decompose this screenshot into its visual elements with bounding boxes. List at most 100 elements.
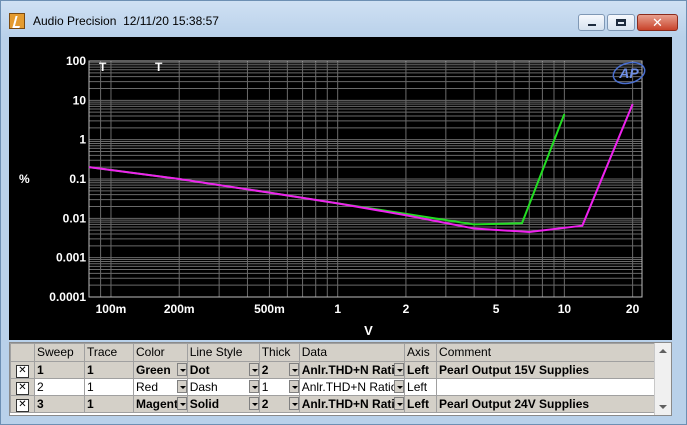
cell-axis[interactable]: Left (404, 378, 438, 396)
ap-logo-text: AP (618, 65, 639, 81)
cell-trace[interactable]: 1 (84, 395, 134, 413)
close-button[interactable]: ✕ (637, 14, 678, 31)
y-tick-label: 1 (79, 133, 86, 147)
minimize-icon (588, 24, 596, 26)
cell-sweep[interactable]: 1 (34, 361, 85, 379)
cell-color[interactable]: Magenta (133, 395, 188, 413)
header-corner (10, 343, 35, 362)
x-tick-label: 100m (96, 302, 127, 316)
y-tick-label: 0.1 (69, 172, 86, 186)
header-trace[interactable]: Trace (84, 343, 134, 362)
cell-data[interactable]: Anlr.THD+N Ratio (298, 361, 406, 379)
dropdown-arrow-icon[interactable] (288, 380, 299, 393)
cell-axis[interactable]: Left (404, 361, 438, 379)
header-axis[interactable]: Axis (404, 343, 438, 362)
cell-line-style-value: Dot (189, 362, 210, 377)
dropdown-arrow-icon[interactable] (176, 380, 187, 393)
trace-table-panel: Sweep Trace Color Line Style Thick Data … (9, 342, 672, 416)
cell-thick-value: 1 (261, 379, 269, 394)
graph-panel[interactable]: 100 10 1 0.1 0.01 0.001 0.0001 100m 200m 500m 1 2 5 1… (9, 37, 672, 340)
window-title: Audio Precision 12/11/20 15:38:57 (33, 14, 219, 28)
trigger-marker: T (99, 60, 107, 74)
cell-data[interactable]: Anlr.THD+N Ratio (298, 378, 406, 396)
x-tick-label: 10 (558, 302, 572, 316)
cell-comment[interactable]: Pearl Output 15V Supplies (436, 361, 668, 379)
x-tick-label: 2 (403, 302, 410, 316)
dropdown-arrow-icon[interactable] (394, 380, 404, 393)
window-title-app: Audio Precision (33, 14, 117, 28)
audio-precision-window: Audio Precision 12/11/20 15:38:57 ✕ 100 1… (0, 0, 687, 425)
cell-thick-value: 2 (261, 362, 269, 377)
thd-plot: 100 10 1 0.1 0.01 0.001 0.0001 100m 200m 500m 1 2 5 1… (19, 54, 646, 338)
dropdown-arrow-icon[interactable] (176, 397, 187, 410)
trigger-marker: T (155, 60, 163, 74)
cell-data[interactable]: Anlr.THD+N Ratio (298, 395, 406, 413)
cell-sweep[interactable]: 3 (34, 395, 85, 413)
cell-data-value: Anlr.THD+N Ratio (301, 396, 403, 411)
cell-sweep[interactable]: 2 (34, 378, 85, 396)
header-line-style[interactable]: Line Style (186, 343, 260, 362)
scroll-up-icon[interactable] (659, 349, 667, 353)
checkmark-icon: ✕ (16, 399, 29, 412)
table-scrollbar[interactable] (654, 343, 671, 415)
dropdown-arrow-icon[interactable] (394, 397, 404, 410)
cell-comment[interactable] (436, 378, 668, 396)
cell-line-style-value: Dash (189, 379, 218, 394)
cell-axis[interactable]: Left (404, 395, 438, 413)
cell-comment[interactable]: Pearl Output 24V Supplies (436, 395, 668, 413)
cell-line-style-value: Solid (189, 396, 220, 411)
header-sweep[interactable]: Sweep (34, 343, 85, 362)
cell-line-style[interactable]: Dash (186, 378, 260, 396)
close-icon: ✕ (652, 15, 663, 30)
trace-table: Sweep Trace Color Line Style Thick Data … (10, 343, 668, 413)
row-enable-checkbox[interactable]: ✕ (10, 361, 35, 379)
cell-thick[interactable]: 2 (258, 395, 300, 413)
dropdown-arrow-icon[interactable] (248, 380, 259, 393)
dropdown-arrow-icon[interactable] (394, 363, 404, 376)
dropdown-arrow-icon[interactable] (288, 363, 299, 376)
series-line-1 (88, 113, 566, 226)
cell-line-style[interactable]: Solid (186, 395, 260, 413)
dropdown-arrow-icon[interactable] (248, 363, 259, 376)
x-tick-label: 200m (164, 302, 195, 316)
table-row[interactable]: ✕ 3 1 Magenta Solid 2 Anlr.THD+N Ratio L… (10, 395, 668, 413)
dropdown-arrow-icon[interactable] (248, 397, 259, 410)
scroll-down-icon[interactable] (659, 405, 667, 409)
x-tick-label: 5 (493, 302, 500, 316)
table-row[interactable]: ✕ 2 1 Red Dash 1 Anlr.THD+N Ratio Left (10, 378, 668, 396)
row-enable-checkbox[interactable]: ✕ (10, 378, 35, 396)
header-color[interactable]: Color (133, 343, 188, 362)
header-data[interactable]: Data (298, 343, 406, 362)
row-enable-checkbox[interactable]: ✕ (10, 395, 35, 413)
cell-thick[interactable]: 1 (258, 378, 300, 396)
cell-color[interactable]: Red (133, 378, 188, 396)
cell-line-style[interactable]: Dot (186, 361, 260, 379)
ap-app-icon[interactable] (9, 13, 25, 29)
x-tick-label: 1 (334, 302, 341, 316)
header-comment[interactable]: Comment (436, 343, 668, 362)
table-row[interactable]: ✕ 1 1 Green Dot 2 Anlr.THD+N Ratio Left … (10, 361, 668, 379)
checkmark-icon: ✕ (16, 365, 29, 378)
cell-trace[interactable]: 1 (84, 361, 134, 379)
header-thick[interactable]: Thick (258, 343, 300, 362)
cell-trace[interactable]: 1 (84, 378, 134, 396)
window-title-timestamp: 12/11/20 15:38:57 (123, 14, 219, 28)
dropdown-arrow-icon[interactable] (176, 363, 187, 376)
y-tick-label: 0.001 (56, 251, 86, 265)
cell-color-value: Red (136, 379, 159, 394)
minimize-button[interactable] (578, 14, 605, 31)
cell-thick[interactable]: 2 (258, 361, 300, 379)
checkmark-icon: ✕ (16, 382, 29, 395)
y-tick-label: 0.01 (63, 211, 87, 225)
cell-color-value: Green (136, 362, 171, 377)
maximize-button[interactable] (607, 14, 635, 31)
dropdown-arrow-icon[interactable] (288, 397, 299, 410)
cell-color[interactable]: Green (133, 361, 188, 379)
maximize-icon (616, 19, 626, 26)
y-tick-label: 100 (66, 54, 86, 68)
series-line-2 (88, 103, 634, 233)
title-bar[interactable]: Audio Precision 12/11/20 15:38:57 ✕ (1, 1, 686, 37)
table-header-row: Sweep Trace Color Line Style Thick Data … (10, 343, 668, 362)
cell-data-value: Anlr.THD+N Ratio (301, 379, 398, 394)
x-tick-label: 500m (254, 302, 285, 316)
